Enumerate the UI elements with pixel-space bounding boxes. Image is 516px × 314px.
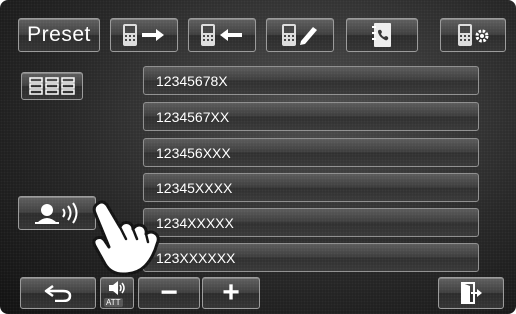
preset-number-item[interactable]: 12345678X	[143, 66, 479, 95]
return-arrow-icon	[44, 284, 72, 302]
phone-preset-screen: Preset 12345678X 1234567XX 123456XXX 123…	[0, 0, 516, 314]
preset-number-item[interactable]: 12345XXXX	[143, 173, 479, 202]
phonebook-icon	[372, 23, 391, 47]
car-to-phone-transfer-icon	[201, 24, 242, 46]
dial-keypad-button[interactable]	[21, 72, 83, 100]
phone-to-car-button[interactable]	[110, 18, 178, 52]
preset-number-text: 1234567XX	[156, 108, 230, 125]
volume-up-button[interactable]: +	[202, 277, 260, 309]
preset-number-item[interactable]: 1234XXXXX	[143, 208, 479, 237]
bottom-toolbar: − +	[0, 271, 516, 314]
pointing-hand-icon	[92, 200, 160, 276]
att-label: ATT	[104, 298, 123, 307]
phone-delete-button[interactable]	[266, 18, 334, 52]
phone-settings-button[interactable]	[440, 18, 506, 52]
phonebook-button[interactable]	[346, 18, 418, 52]
preset-number-item[interactable]: 123456XXX	[143, 138, 479, 167]
phone-delete-icon	[282, 24, 317, 46]
dial-keypad-icon	[29, 77, 75, 95]
top-toolbar: Preset	[0, 0, 516, 56]
preset-number-item[interactable]: 123XXXXXX	[143, 243, 479, 272]
preset-number-text: 123456XXX	[156, 144, 231, 161]
plus-label: +	[222, 276, 240, 309]
preset-number-text: 12345XXXX	[156, 179, 233, 196]
car-to-phone-button[interactable]	[188, 18, 256, 52]
preset-number-text: 12345678X	[156, 72, 228, 89]
voice-dial-icon	[35, 202, 78, 224]
exit-button[interactable]	[438, 277, 504, 309]
preset-label: Preset	[27, 23, 91, 46]
phone-to-car-transfer-icon	[123, 24, 164, 46]
preset-button[interactable]: Preset	[18, 18, 100, 52]
preset-number-item[interactable]: 1234567XX	[143, 102, 479, 131]
exit-icon	[461, 282, 482, 304]
phone-settings-icon	[458, 24, 489, 46]
